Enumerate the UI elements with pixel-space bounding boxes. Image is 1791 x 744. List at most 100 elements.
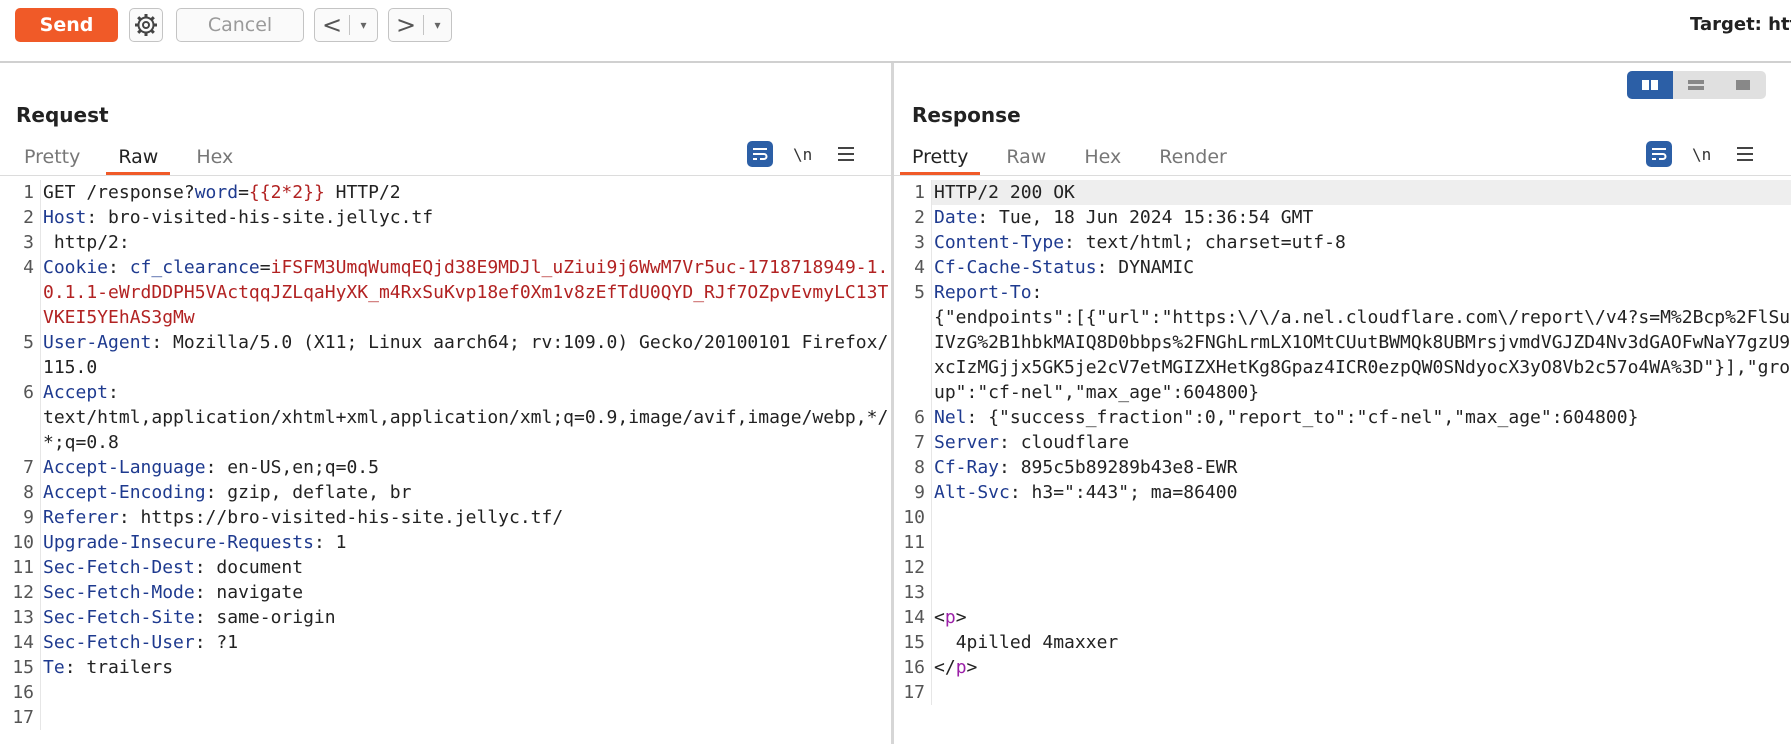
code-text: ​ xyxy=(931,555,1791,580)
code-text: ​ xyxy=(40,705,891,730)
layout-single-button[interactable] xyxy=(1720,71,1766,99)
code-token: : document xyxy=(194,557,304,578)
tab-raw[interactable]: Raw xyxy=(106,141,171,175)
code-line[interactable]: 15 4pilled 4maxxer xyxy=(894,630,1791,655)
code-line[interactable]: 14 <p> xyxy=(894,605,1791,630)
code-line[interactable]: 6 Nel: {"success_fraction":0,"report_to":… xyxy=(894,405,1791,430)
code-line[interactable]: 1 HTTP/2 200 OK xyxy=(894,180,1791,205)
code-token: > xyxy=(955,607,967,628)
code-token: Server xyxy=(934,432,1000,453)
code-line[interactable]: 12 Sec-Fetch-Mode: navigate xyxy=(0,580,891,605)
request-editor[interactable]: 1 GET /response?word={{2*2}} HTTP/2 2 Host:… xyxy=(0,180,891,744)
code-line[interactable]: 12 ​ xyxy=(894,555,1791,580)
tab-hex[interactable]: Hex xyxy=(1072,141,1133,175)
response-editor[interactable]: 1 HTTP/2 200 OK 2 Date: Tue, 18 Jun 2024 15… xyxy=(894,180,1791,744)
line-number: 6 xyxy=(23,382,34,403)
hamburger-menu-icon[interactable] xyxy=(1737,147,1754,161)
cancel-button[interactable]: Cancel xyxy=(176,8,304,42)
tab-underline xyxy=(0,175,891,176)
line-number: 17 xyxy=(12,707,34,728)
tab-pretty[interactable]: Pretty xyxy=(12,141,92,175)
code-text: Alt-Svc: h3=":443"; ma=86400 xyxy=(931,480,1791,505)
code-line[interactable]: 11 Sec-Fetch-Dest: document xyxy=(0,555,891,580)
code-text: Content-Type: text/html; charset=utf-8 xyxy=(931,230,1791,255)
hamburger-menu-icon[interactable] xyxy=(838,147,855,161)
code-token: < xyxy=(934,607,945,628)
code-token: 4pilled 4maxxer xyxy=(934,632,1119,653)
code-line[interactable]: 9 Referer: https://bro-visited-his-site.j… xyxy=(0,505,891,530)
layout-stacked-button[interactable] xyxy=(1673,71,1719,99)
code-text: Accept-Language: en-US,en;q=0.5 xyxy=(40,455,891,480)
code-token: Cookie xyxy=(43,257,109,278)
code-line[interactable]: 11 ​ xyxy=(894,530,1791,555)
code-token: Upgrade-Insecure-Requests xyxy=(43,532,314,553)
code-line[interactable]: 16 ​ xyxy=(0,680,891,705)
send-button[interactable]: Send xyxy=(15,8,118,42)
code-line[interactable]: 16 </p> xyxy=(894,655,1791,680)
code-token: = xyxy=(238,182,249,203)
code-line[interactable]: 9 Alt-Svc: h3=":443"; ma=86400 xyxy=(894,480,1791,505)
code-token: Date xyxy=(934,207,978,228)
code-token: p xyxy=(955,657,967,678)
code-line[interactable]: 4 Cookie: cf_clearance=iFSFM3UmqWumqEQjd3… xyxy=(0,255,891,330)
code-line[interactable]: 5 Report-To: {"endpoints":[{"url":"https:… xyxy=(894,280,1791,405)
tab-render[interactable]: Render xyxy=(1147,141,1239,175)
code-line[interactable]: 4 Cf-Cache-Status: DYNAMIC xyxy=(894,255,1791,280)
code-text: </p> xyxy=(931,655,1791,680)
code-line[interactable]: 10 Upgrade-Insecure-Requests: 1 xyxy=(0,530,891,555)
code-line[interactable]: 15 Te: trailers xyxy=(0,655,891,680)
forward-history-button[interactable]: > ▾ xyxy=(388,8,452,42)
code-token: </ xyxy=(934,657,956,678)
back-history-button[interactable]: < ▾ xyxy=(314,8,378,42)
code-line[interactable]: 13 ​ xyxy=(894,580,1791,605)
line-number: 2 xyxy=(23,207,34,228)
code-token: User-Agent xyxy=(43,332,152,353)
code-text: Sec-Fetch-User: ?1 xyxy=(40,630,891,655)
show-newlines-toggle[interactable]: \n xyxy=(793,145,812,164)
code-line[interactable]: 7 Server: cloudflare xyxy=(894,430,1791,455)
word-wrap-toggle[interactable] xyxy=(1646,141,1672,167)
code-line[interactable]: 10 ​ xyxy=(894,505,1791,530)
tab-hex[interactable]: Hex xyxy=(184,141,245,175)
code-token: : en-US,en;q=0.5 xyxy=(205,457,379,478)
code-line[interactable]: 3 Content-Type: text/html; charset=utf-8 xyxy=(894,230,1791,255)
code-text: Sec-Fetch-Site: same-origin xyxy=(40,605,891,630)
code-line[interactable]: 8 Accept-Encoding: gzip, deflate, br xyxy=(0,480,891,505)
code-line[interactable]: 1 GET /response?word={{2*2}} HTTP/2 xyxy=(0,180,891,205)
line-number: 3 xyxy=(914,232,925,253)
code-line[interactable]: 13 Sec-Fetch-Site: same-origin xyxy=(0,605,891,630)
code-line[interactable]: 2 Host: bro-visited-his-site.jellyc.tf xyxy=(0,205,891,230)
request-editor-tools: \n xyxy=(747,141,855,167)
gear-icon xyxy=(135,14,157,36)
code-line[interactable]: 8 Cf-Ray: 895c5b89289b43e8-EWR xyxy=(894,455,1791,480)
word-wrap-toggle[interactable] xyxy=(747,141,773,167)
tab-pretty[interactable]: Pretty xyxy=(900,141,981,175)
layout-side-by-side-button[interactable] xyxy=(1627,71,1674,99)
code-token: Te xyxy=(43,657,65,678)
tab-raw[interactable]: Raw xyxy=(994,141,1058,175)
line-number: 17 xyxy=(903,682,925,703)
code-line[interactable]: 7 Accept-Language: en-US,en;q=0.5 xyxy=(0,455,891,480)
code-token: GET /response? xyxy=(43,182,195,203)
code-token: Accept xyxy=(43,382,109,403)
line-number: 8 xyxy=(23,482,34,503)
code-line[interactable]: 6 Accept: text/html,application/xhtml+xml… xyxy=(0,380,891,455)
code-line[interactable]: 5 User-Agent: Mozilla/5.0 (X11; Linux aar… xyxy=(0,330,891,380)
code-text: Accept: text/html,application/xhtml+xml,… xyxy=(40,380,891,455)
rows-icon xyxy=(1688,80,1705,90)
back-dropdown-icon[interactable]: ▾ xyxy=(350,18,377,32)
code-text: ​ xyxy=(931,530,1791,555)
target-label[interactable]: Target: http xyxy=(1690,14,1791,35)
line-number: 14 xyxy=(12,632,34,653)
code-token: Report-To xyxy=(934,282,1032,303)
show-newlines-toggle[interactable]: \n xyxy=(1692,145,1711,164)
code-text: Cf-Cache-Status: DYNAMIC xyxy=(931,255,1791,280)
code-line[interactable]: 3 http/2: xyxy=(0,230,891,255)
line-number: 10 xyxy=(12,532,34,553)
code-line[interactable]: 17 ​ xyxy=(894,680,1791,705)
forward-dropdown-icon[interactable]: ▾ xyxy=(424,18,451,32)
code-line[interactable]: 14 Sec-Fetch-User: ?1 xyxy=(0,630,891,655)
code-line[interactable]: 2 Date: Tue, 18 Jun 2024 15:36:54 GMT xyxy=(894,205,1791,230)
settings-button[interactable] xyxy=(129,8,163,42)
code-line[interactable]: 17 ​ xyxy=(0,705,891,730)
